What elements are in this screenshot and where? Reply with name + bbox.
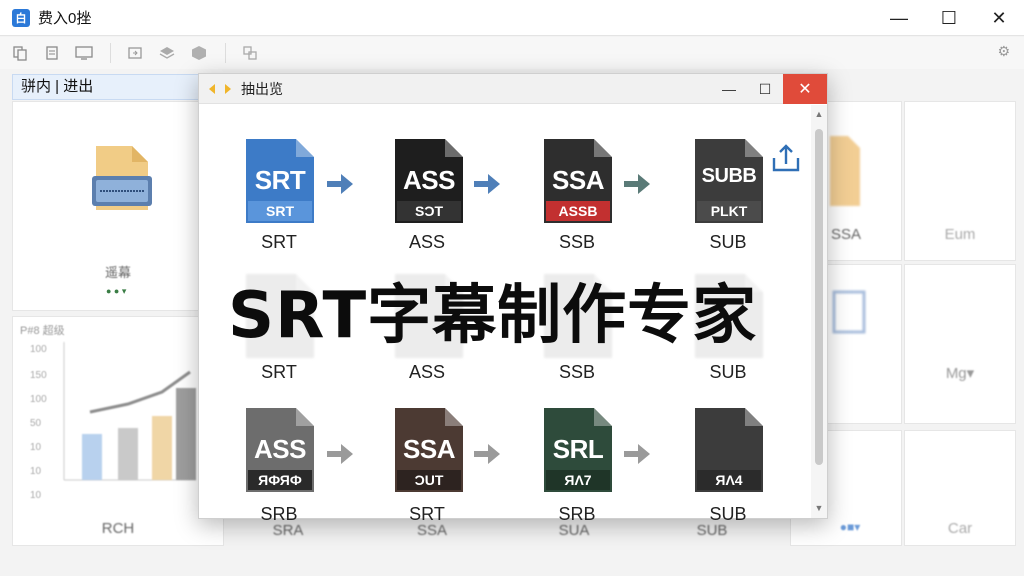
close-button[interactable]: ✕ [974,0,1024,36]
file-format-label: SRB [558,504,596,524]
file-format-label: SRB [260,504,298,524]
mini-bar [118,428,138,480]
file-format-label: SRT [261,362,297,382]
dialog-controls: — ☐ ✕ [711,74,827,104]
status-dots: ● ● ▾ [106,286,127,296]
chart-tick: 150 [30,370,47,381]
chart-tick: 100 [30,344,47,355]
copy-icon[interactable] [10,43,30,63]
chart-title: P#8 超级 [20,325,65,337]
toolbar-separator [225,43,226,63]
file-format-label: SRT [409,504,445,524]
file-format-text: ASS [403,165,455,195]
toolbar-separator [110,43,111,63]
dialog-close-button[interactable]: ✕ [783,74,827,104]
share-icon[interactable] [770,142,802,174]
file-format-text: SSA [552,165,604,195]
dialog-title-bar: 抽出览 — ☐ ✕ [199,74,827,104]
file-format-label: SUB [709,232,747,252]
background-mini-chart [63,342,196,481]
file-format-text: ASS [254,434,306,464]
convert-arrow-icon [327,174,353,194]
main-title-bar: 白 费入0挫 — ☐ ✕ [0,0,1024,36]
subtitle-file-icon[interactable]: SSA ASSB [542,137,614,225]
nav-arrows-icon[interactable] [207,82,235,96]
app-icon: 白 [12,8,30,27]
window-title: 费入0挫 [38,10,92,27]
preview-icon[interactable] [74,43,94,63]
chart-tick: 10 [30,466,42,477]
subtitle-file-icon[interactable]: ЯɅ4 [693,406,765,494]
file-format-text: SSA [403,434,455,464]
left-panel-tab[interactable]: 骈内 | 进出 [12,74,224,100]
folder-icon [92,146,152,210]
mini-bar [176,388,196,480]
file-strip-text: ASSB [546,201,610,221]
toolbar: ⚙ [0,37,1024,69]
file-format-label: SUB [709,362,747,382]
mini-line [89,370,191,414]
settings-icon[interactable]: ⚙ [997,43,1010,60]
subtitle-file-icon[interactable]: SRL ЯɅ7 [542,406,614,494]
file-format-text: SRT [254,165,306,195]
convert-arrow-icon [624,174,650,194]
dialog-minimize-button[interactable]: — [711,74,747,104]
file-format-label: ASS [408,362,446,382]
subtitle-file-icon[interactable]: SSA ƆUT [393,406,465,494]
chart-tick: 100 [30,394,47,405]
file-format-text: SRL [552,434,604,464]
mini-bar [82,434,102,480]
bg-label: Eum [944,226,976,243]
paste-icon[interactable] [42,43,62,63]
headline-banner: SRT字幕制作专家 [228,279,758,353]
cut-icon[interactable] [240,43,260,63]
convert-arrow-icon [474,174,500,194]
maximize-button[interactable]: ☐ [924,0,974,36]
file-strip-text: ƆUT [397,470,461,490]
convert-arrow-icon [624,444,650,464]
scroll-down-icon[interactable]: ▼ [811,503,827,513]
import-icon[interactable] [125,43,145,63]
file-strip-text: PLKT [697,201,761,221]
file-format-label: SSB [558,232,596,252]
file-strip-text: SRT [248,201,312,221]
bg-label: Car [947,520,973,537]
chart-tick: 10 [30,490,42,501]
bg-label: Mg▾ [945,365,975,382]
mini-bar [152,416,172,480]
window-controls: — ☐ ✕ [874,0,1024,36]
file-strip-text: SƆT [397,201,461,221]
file-format-label: SUB [709,504,747,524]
folder-label: 遥幕 [104,265,131,280]
scroll-up-icon[interactable]: ▲ [811,109,827,119]
file-strip-text: ЯɅ7 [546,470,610,490]
file-strip-text: ЯФЯФ [248,470,312,490]
dialog-maximize-button[interactable]: ☐ [747,74,783,104]
file-strip-text: ЯɅ4 [697,470,761,490]
convert-arrow-icon [474,444,500,464]
bg-box-icon [832,290,866,334]
chart-tick: 10 [30,442,42,453]
convert-arrow-icon [327,444,353,464]
file-format-label: SSB [558,362,596,382]
minimize-button[interactable]: — [874,0,924,36]
file-format-label: SRT [261,232,297,252]
box-icon[interactable] [189,43,209,63]
subtitle-file-icon[interactable]: ASS SƆT [393,137,465,225]
dialog-scrollbar[interactable]: ▲ ▼ [811,105,827,518]
file-format-label: ASS [408,232,446,252]
file-format-text: SUBB [701,165,757,187]
bg-dropdown: ●■▾ [839,520,861,534]
subtitle-file-icon[interactable]: SRT SRT [244,137,316,225]
dialog-title: 抽出览 [241,80,283,97]
scroll-thumb[interactable] [815,129,823,465]
bg-card [904,264,1016,424]
subtitle-file-icon[interactable]: ASS ЯФЯФ [244,406,316,494]
layers-icon[interactable] [157,43,177,63]
bg-file-icon [830,136,860,206]
chart-tick: 50 [30,418,42,429]
subtitle-file-icon[interactable]: SUBB PLKT [693,137,765,225]
bg-label-rch: RCH [101,520,135,537]
